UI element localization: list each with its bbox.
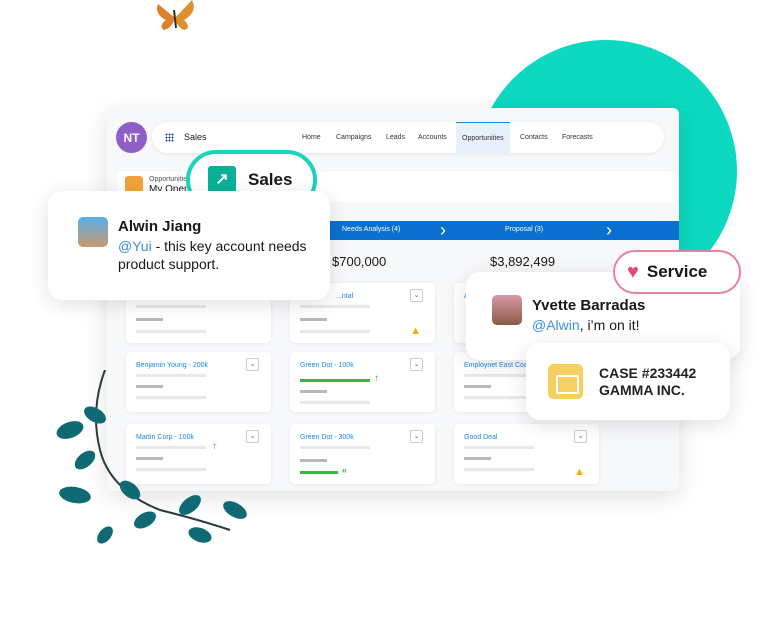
service-badge: ♥ Service	[613, 250, 741, 294]
chevron-right-icon: ›	[606, 220, 612, 240]
card-title[interactable]: ...ntal	[336, 293, 353, 300]
chevron-down-icon[interactable]: ⌄	[574, 430, 587, 443]
card-title[interactable]: Benjamin Young - 200k	[136, 362, 208, 369]
sender-name: Yvette Barradas	[532, 297, 646, 314]
warning-icon: ▲	[410, 325, 421, 337]
app-launcher-icon[interactable]	[165, 133, 174, 142]
trending-chart-icon: ↗	[208, 166, 236, 194]
opportunity-card[interactable]: Green Dot - 300k ⌄ «	[290, 424, 435, 484]
case-account: GAMMA INC.	[599, 381, 685, 398]
stage-proposal[interactable]: Proposal (3)	[505, 226, 543, 233]
avatar	[492, 295, 522, 325]
tab-campaigns[interactable]: Campaigns	[336, 122, 371, 153]
leaves-decoration	[56, 370, 247, 544]
stage-amount: $3,892,499	[490, 254, 556, 269]
pipeline-stage-bar: Needs Analysis (4) › Proposal (3) ›	[290, 221, 679, 240]
tab-home[interactable]: Home	[302, 122, 321, 153]
warning-icon: ▲	[574, 466, 585, 478]
arrow-up-icon: ↑	[374, 373, 379, 384]
user-avatar[interactable]: NT	[116, 122, 147, 153]
card-title[interactable]: Green Dot - 100k	[300, 362, 354, 369]
avatar	[78, 217, 108, 247]
tab-forecasts[interactable]: Forecasts	[562, 122, 593, 153]
nav-bar: Sales Home Campaigns Leads Accounts Oppo…	[152, 122, 664, 153]
chevron-down-icon[interactable]: ⌄	[410, 289, 423, 302]
service-badge-label: Service	[646, 262, 708, 281]
mention-link[interactable]: @Yui	[118, 238, 152, 254]
opportunity-card[interactable]: Good Deal ⌄ ▲	[454, 424, 599, 484]
heart-icon: ♥	[627, 260, 639, 283]
tab-opportunities[interactable]: Opportunities	[456, 122, 510, 153]
message-text: , i’m on it!	[579, 317, 640, 333]
double-chevron-left-icon: «	[342, 465, 348, 475]
sales-badge-label: Sales	[248, 170, 293, 189]
opportunity-card[interactable]: Green Dot - 100k ⌄ ↑	[290, 352, 435, 412]
app-name: Sales	[184, 132, 207, 142]
sender-name: Alwin Jiang	[118, 218, 202, 235]
case-number: CASE #233442	[599, 364, 697, 381]
chat-message-card: Alwin Jiang @Yui - this key account need…	[48, 191, 330, 300]
card-title[interactable]: Employnet East Coa	[464, 362, 528, 369]
card-title[interactable]: Green Dot - 300k	[300, 434, 354, 441]
tab-leads[interactable]: Leads	[386, 122, 405, 153]
stage-needs-analysis[interactable]: Needs Analysis (4)	[342, 226, 400, 233]
stage-amount: $700,000	[332, 254, 387, 269]
briefcase-icon	[548, 364, 583, 399]
object-label: Opportunities	[149, 176, 191, 183]
card-title[interactable]: Good Deal	[464, 434, 497, 441]
chevron-down-icon[interactable]: ⌄	[410, 358, 423, 371]
mention-link[interactable]: @Alwin	[532, 317, 580, 333]
tab-contacts[interactable]: Contacts	[520, 122, 548, 153]
chevron-down-icon[interactable]: ⌄	[410, 430, 423, 443]
case-card[interactable]: CASE #233442 GAMMA INC.	[526, 343, 730, 420]
butterfly-icon	[157, 0, 194, 30]
chevron-right-icon: ›	[440, 220, 446, 240]
tab-accounts[interactable]: Accounts	[418, 122, 447, 153]
